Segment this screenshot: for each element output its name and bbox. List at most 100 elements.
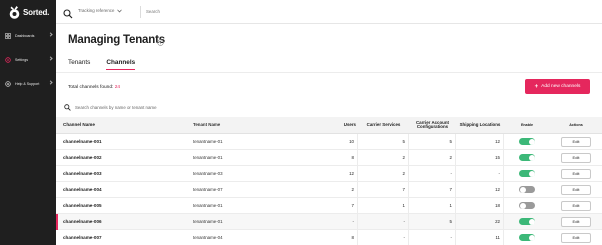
column-header-channel-name[interactable]: Channel Name [56, 122, 187, 127]
carrier-services-cell: 5 [358, 133, 409, 150]
shipping-locations-value: 22 [495, 219, 500, 224]
sidebar-item-dashboards[interactable]: Dashboards [0, 29, 56, 42]
users-value: 7 [351, 203, 354, 208]
tab-tenants[interactable]: Tenants [68, 59, 90, 70]
column-header-tenant-name[interactable]: Tenant Name [187, 122, 305, 127]
edit-button[interactable]: Edit [561, 168, 591, 179]
search-type-value: Tracking reference [78, 8, 115, 13]
info-icon[interactable] [157, 33, 164, 51]
carrier-services-value: 2 [402, 171, 405, 176]
carrier-configs-cell: 1 [409, 197, 456, 214]
enable-cell [504, 218, 550, 225]
tenant-name-cell: tenantname-07 [193, 187, 223, 192]
edit-button[interactable]: Edit [561, 232, 591, 243]
table-row[interactable]: channelname-002 tenantname-01 8 2 2 15 Edit [56, 149, 602, 166]
users-cell: 12 [305, 165, 358, 182]
found-count: 24 [114, 85, 121, 90]
carrier-services-cell: 2 [358, 165, 409, 182]
tab-channels[interactable]: Channels [106, 59, 136, 70]
enable-toggle[interactable] [519, 202, 535, 209]
enable-toggle[interactable] [519, 170, 535, 177]
carrier-configs-value: - [450, 235, 452, 240]
tenant-name-cell: tenantname-03 [193, 171, 223, 176]
channel-name-cell: channelname-004 [63, 187, 102, 192]
shipping-locations-value: 18 [495, 203, 500, 208]
column-header-enable: Enable [520, 122, 534, 127]
enable-toggle[interactable] [519, 234, 535, 241]
edit-button[interactable]: Edit [561, 200, 591, 211]
table-row[interactable]: channelname-001 tenantname-01 10 5 5 12 Edit [56, 133, 602, 150]
channel-name-cell: channelname-006 [63, 219, 102, 224]
actions-cell: Edit [550, 152, 602, 163]
edit-button[interactable]: Edit [561, 184, 591, 195]
table-row[interactable]: channelname-004 tenantname-07 2 7 7 12 Edit [56, 181, 602, 198]
channel-search [64, 102, 364, 112]
carrier-configs-value: 5 [449, 219, 452, 224]
tenant-name-cell: tenantname-01 [193, 139, 223, 144]
search-type-dropdown[interactable]: Tracking reference [78, 8, 123, 13]
column-header-users[interactable]: Users [305, 122, 358, 127]
channels-found-count: Total channels found: 24 [68, 85, 120, 90]
table-row[interactable]: channelname-006 tenantname-01 - - 5 22 Edit [56, 213, 602, 230]
shipping-locations-cell: 12 [456, 181, 504, 198]
users-value: 8 [351, 235, 354, 240]
sidebar-item-settings[interactable]: Settings [0, 53, 56, 66]
users-cell: 2 [305, 181, 358, 198]
edit-button[interactable]: Edit [561, 136, 591, 147]
brand-logo[interactable]: Sorted. [8, 5, 49, 20]
toggle-knob [528, 138, 535, 145]
tenant-name-cell: tenantname-01 [193, 155, 223, 160]
enable-cell [504, 154, 550, 161]
toggle-knob [528, 170, 535, 177]
sidebar-item-help-support[interactable]: Help & Support [0, 77, 56, 90]
column-header-carrier-services[interactable]: Carrier Services [358, 122, 409, 127]
enable-toggle[interactable] [519, 218, 535, 225]
column-header-shipping-locations[interactable]: Shipping Locations [456, 122, 504, 127]
users-cell: 10 [305, 133, 358, 150]
divider [56, 72, 602, 73]
shipping-locations-cell: - [456, 165, 504, 182]
actions-cell: Edit [550, 216, 602, 227]
carrier-services-value: 2 [402, 155, 405, 160]
enable-toggle[interactable] [519, 154, 535, 161]
page-title: Managing Tenants [68, 34, 165, 46]
enable-cell [504, 186, 550, 193]
sidebar: Sorted. Dashboards Settings Help & Suppo… [0, 0, 56, 245]
users-value: - [352, 219, 354, 224]
tenant-name-cell: tenantname-01 [193, 203, 223, 208]
add-new-channels-button[interactable]: + Add new channels [525, 79, 590, 94]
tenant-name-cell: tenantname-01 [193, 219, 223, 224]
add-new-channels-label: Add new channels [541, 84, 581, 89]
global-search-input[interactable] [146, 7, 266, 16]
enable-cell [504, 234, 550, 241]
table-row[interactable]: channelname-007 tenantname-04 8 - - 11 Edit [56, 229, 602, 245]
channel-name-cell: channelname-002 [63, 155, 102, 160]
main-content: Managing Tenants Tenants Channels Total … [56, 24, 602, 245]
carrier-services-value: 7 [402, 187, 405, 192]
channel-search-input[interactable] [75, 104, 315, 110]
enable-cell [504, 138, 550, 145]
table-body: channelname-001 tenantname-01 10 5 5 12 Edit ch… [56, 133, 602, 245]
enable-toggle[interactable] [519, 186, 535, 193]
toggle-knob [528, 234, 535, 241]
users-value: 12 [349, 171, 354, 176]
edit-button[interactable]: Edit [561, 152, 591, 163]
table-row[interactable]: channelname-005 tenantname-01 7 1 1 18 Edit [56, 197, 602, 214]
edit-button[interactable]: Edit [561, 216, 591, 227]
sidebar-item-label: Dashboards [15, 33, 35, 38]
column-header-carrier-account-configurations[interactable]: Carrier Account Configurations [409, 120, 456, 130]
carrier-configs-cell: 5 [409, 213, 456, 230]
enable-toggle[interactable] [519, 138, 535, 145]
plus-icon: + [534, 83, 539, 90]
table-row[interactable]: channelname-003 tenantname-03 12 2 - - Edit [56, 165, 602, 182]
carrier-configs-cell: - [409, 165, 456, 182]
sidebar-item-label: Settings [15, 57, 28, 62]
help-icon [5, 80, 11, 87]
toggle-knob [528, 154, 535, 161]
toggle-knob [519, 186, 526, 193]
shipping-locations-cell: 15 [456, 149, 504, 166]
shipping-locations-cell: 12 [456, 133, 504, 150]
search-icon[interactable] [63, 6, 73, 24]
shipping-locations-value: 12 [495, 187, 500, 192]
shipping-locations-cell: 22 [456, 213, 504, 230]
